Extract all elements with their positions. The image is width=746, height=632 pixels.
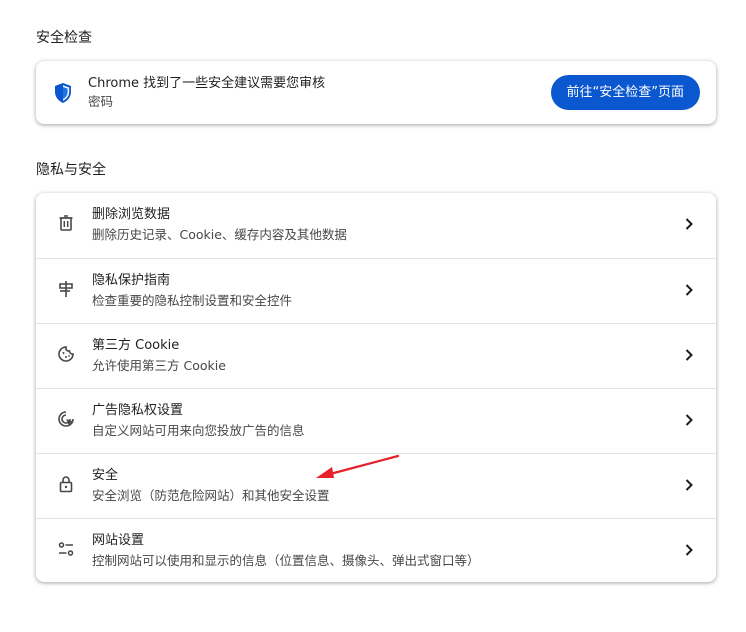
chevron-right-icon: [685, 479, 693, 491]
row-title: 删除浏览数据: [92, 207, 171, 222]
row-subtitle: 删除历史记录、Cookie、缓存内容及其他数据: [92, 227, 347, 242]
cookie-icon: [58, 346, 74, 362]
row-third-party-cookies[interactable]: 第三方 Cookie 允许使用第三方 Cookie: [36, 323, 716, 387]
row-title: 隐私保护指南: [92, 273, 171, 288]
chevron-right-icon: [685, 284, 693, 296]
row-site-settings[interactable]: 网站设置 控制网站可以使用和显示的信息（位置信息、摄像头、弹出式窗口等）: [36, 518, 716, 582]
trash-icon: [59, 215, 73, 231]
ad-privacy-icon: [58, 411, 74, 427]
shield-icon: [55, 83, 71, 103]
chevron-right-icon: [685, 218, 693, 230]
row-subtitle: 自定义网站可用来向您投放广告的信息: [92, 423, 305, 438]
site-settings-icon: [58, 542, 74, 556]
chevron-right-icon: [685, 544, 693, 556]
row-clear-browsing-data[interactable]: 删除浏览数据 删除历史记录、Cookie、缓存内容及其他数据: [36, 193, 716, 257]
row-title: 第三方 Cookie: [92, 338, 180, 353]
row-subtitle: 检查重要的隐私控制设置和安全控件: [92, 293, 293, 308]
safety-check-card: Chrome 找到了一些安全建议需要您审核 密码 前往“安全检查”页面: [36, 61, 716, 124]
row-title: 广告隐私权设置: [92, 403, 184, 418]
safety-check-heading: 安全检查: [36, 30, 92, 46]
row-title: 安全: [92, 468, 119, 483]
safety-check-subtitle: 密码: [88, 94, 114, 109]
privacy-guide-icon: [59, 281, 73, 297]
go-to-safety-check-button[interactable]: 前往“安全检查”页面: [550, 75, 700, 110]
chevron-right-icon: [685, 349, 693, 361]
row-subtitle: 允许使用第三方 Cookie: [92, 358, 226, 373]
privacy-heading: 隐私与安全: [36, 162, 106, 178]
row-ad-privacy[interactable]: 广告隐私权设置 自定义网站可用来向您投放广告的信息: [36, 388, 716, 452]
row-privacy-guide[interactable]: 隐私保护指南 检查重要的隐私控制设置和安全控件: [36, 258, 716, 322]
row-subtitle: 控制网站可以使用和显示的信息（位置信息、摄像头、弹出式窗口等）: [92, 553, 480, 568]
row-title: 网站设置: [92, 533, 145, 548]
annotation-arrow-icon: [316, 454, 400, 478]
privacy-security-card: 删除浏览数据 删除历史记录、Cookie、缓存内容及其他数据 隐私保护指南 检查…: [36, 193, 716, 582]
safety-check-title: Chrome 找到了一些安全建议需要您审核: [88, 76, 326, 91]
lock-icon: [59, 476, 73, 493]
chevron-right-icon: [685, 414, 693, 426]
row-subtitle: 安全浏览（防范危险网站）和其他安全设置: [92, 488, 330, 503]
